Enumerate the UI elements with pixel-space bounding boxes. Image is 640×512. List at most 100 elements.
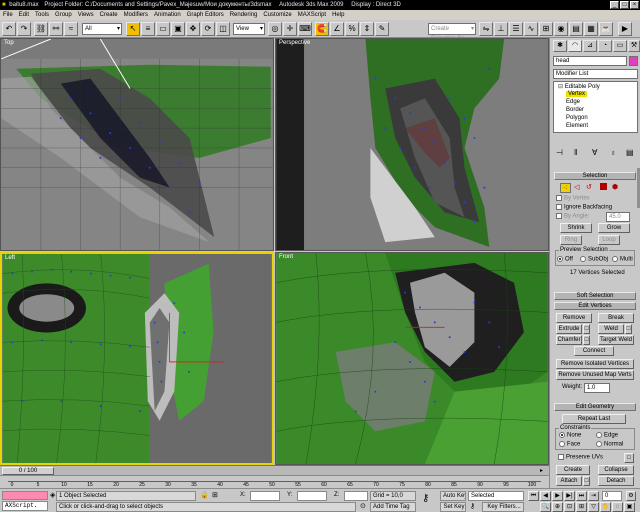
stack-item-vertex[interactable]: Vertex: [566, 91, 588, 97]
pin-stack-icon[interactable]: ⊣: [556, 148, 563, 157]
edit-vertices-rollout-header[interactable]: Edit Vertices: [554, 302, 636, 310]
selection-filter-dropdown[interactable]: All: [82, 23, 122, 35]
stack-item-border[interactable]: Border: [566, 107, 584, 113]
object-color-swatch[interactable]: [629, 56, 638, 66]
show-end-result-icon[interactable]: ‖: [574, 148, 577, 157]
go-to-end-icon[interactable]: ⏭: [576, 491, 587, 501]
previous-frame-icon[interactable]: ◀: [540, 491, 551, 501]
border-mode-icon[interactable]: ↺: [586, 183, 592, 191]
shrink-button[interactable]: Shrink: [560, 223, 592, 233]
constraint-face-radio[interactable]: Face: [559, 441, 580, 448]
viewport-top-label[interactable]: Top: [4, 40, 14, 46]
set-key-icon[interactable]: ⚷: [470, 502, 475, 510]
menu-group[interactable]: Group: [52, 12, 75, 18]
time-slider-thumb[interactable]: 0 / 100: [2, 467, 54, 475]
play-icon[interactable]: ▶: [552, 491, 563, 501]
make-unique-icon[interactable]: ∀: [592, 148, 597, 157]
collapse-button[interactable]: Collapse: [598, 465, 634, 475]
remove-isolated-vertices-button[interactable]: Remove Isolated Vertices: [556, 359, 634, 369]
material-editor-icon[interactable]: ◉: [554, 22, 568, 36]
viewport-left[interactable]: Left: [0, 252, 274, 465]
soft-selection-rollout-header[interactable]: Soft Selection: [554, 292, 636, 300]
set-key-button[interactable]: Set Key: [440, 502, 466, 512]
ignore-backfacing-checkbox[interactable]: Ignore Backfacing: [556, 204, 612, 211]
time-slider[interactable]: 0 / 100 ▸: [0, 465, 549, 475]
attach-settings-button[interactable]: □: [583, 476, 590, 486]
by-angle-checkbox[interactable]: By Angle:: [556, 213, 589, 220]
grow-button[interactable]: Grow: [598, 223, 630, 233]
next-frame-icon[interactable]: ▶|: [564, 491, 575, 501]
menu-animation[interactable]: Animation: [151, 12, 184, 18]
align-icon[interactable]: ⊥: [494, 22, 508, 36]
weight-input[interactable]: 1.0: [584, 383, 610, 393]
viewport-top[interactable]: Top: [0, 38, 274, 251]
time-tag-icon[interactable]: ⊙: [360, 502, 366, 510]
auto-key-button[interactable]: Auto Key: [440, 491, 466, 501]
unlink-icon[interactable]: ⚯: [49, 22, 63, 36]
render-production-icon[interactable]: ☕: [599, 22, 613, 36]
create-button[interactable]: Create: [556, 465, 590, 475]
viewport-left-label[interactable]: Left: [5, 255, 15, 261]
extrude-settings-button[interactable]: □: [583, 324, 590, 334]
snap-toggle-icon[interactable]: 🧲: [315, 22, 329, 36]
menu-file[interactable]: File: [0, 12, 16, 18]
select-manipulate-icon[interactable]: ✛: [283, 22, 297, 36]
polygon-mode-icon[interactable]: [600, 183, 607, 190]
x-coord-input[interactable]: [250, 491, 280, 501]
weld-settings-button[interactable]: □: [625, 324, 632, 334]
connect-button[interactable]: Connect: [574, 346, 614, 356]
rendered-frame-window-icon[interactable]: ▦: [584, 22, 598, 36]
edit-named-selection-icon[interactable]: ✎: [375, 22, 389, 36]
attach-button[interactable]: Attach: [556, 476, 582, 486]
add-time-tag-button[interactable]: Add Time Tag: [370, 502, 416, 512]
menu-create[interactable]: Create: [97, 12, 121, 18]
remove-modifier-icon[interactable]: ♁: [610, 148, 616, 157]
zoom-icon[interactable]: 🔍: [540, 502, 551, 512]
constraint-none-radio[interactable]: None: [559, 432, 581, 439]
arc-rotate-icon[interactable]: ◌: [612, 502, 623, 512]
schematic-view-icon[interactable]: ⊞: [539, 22, 553, 36]
mirror-icon[interactable]: ⇋: [479, 22, 493, 36]
curve-editor-icon[interactable]: ∿: [524, 22, 538, 36]
time-configuration-icon[interactable]: ⚙: [626, 491, 636, 501]
viewport-front[interactable]: Front: [275, 252, 549, 465]
stack-item-element[interactable]: Element: [566, 123, 588, 129]
select-link-icon[interactable]: ⛓: [34, 22, 48, 36]
selection-rollout-header[interactable]: Selection: [554, 172, 636, 180]
key-icon[interactable]: ⚷: [422, 493, 429, 504]
go-to-start-icon[interactable]: ⏮: [528, 491, 539, 501]
percent-snap-icon[interactable]: %: [345, 22, 359, 36]
y-coord-input[interactable]: [297, 491, 327, 501]
maximize-button[interactable]: □: [620, 1, 629, 9]
undo-icon[interactable]: ↶: [2, 22, 16, 36]
chamfer-settings-button[interactable]: □: [583, 335, 590, 345]
field-of-view-icon[interactable]: ▽: [588, 502, 599, 512]
minimize-button[interactable]: _: [610, 1, 619, 9]
select-and-rotate-icon[interactable]: ⟳: [201, 22, 215, 36]
ring-button[interactable]: Ring: [560, 235, 582, 245]
edit-geometry-rollout-header[interactable]: Edit Geometry: [554, 403, 636, 411]
configure-sets-icon[interactable]: ▤: [626, 148, 634, 157]
element-mode-icon[interactable]: ⬢: [612, 183, 618, 191]
key-mode-selected-dropdown[interactable]: Selected: [468, 491, 524, 501]
menu-customize[interactable]: Customize: [260, 12, 294, 18]
maxscript-mini-listener[interactable]: [2, 491, 48, 500]
menu-edit[interactable]: Edit: [16, 12, 32, 18]
remove-button[interactable]: Remove: [556, 313, 592, 323]
menu-maxscript[interactable]: MAXScript: [295, 12, 329, 18]
spinner-snap-icon[interactable]: ⇕: [360, 22, 374, 36]
by-angle-input[interactable]: 45.0: [606, 212, 630, 222]
display-tab-icon[interactable]: ▭: [613, 40, 627, 52]
menu-views[interactable]: Views: [75, 12, 97, 18]
key-mode-toggle-icon[interactable]: ⇥: [588, 491, 599, 501]
lock-selection-icon[interactable]: 🔒: [200, 491, 209, 499]
bind-space-warp-icon[interactable]: ≈: [64, 22, 78, 36]
time-slider-next-icon[interactable]: ▸: [540, 467, 543, 474]
menu-tools[interactable]: Tools: [32, 12, 52, 18]
preserve-uvs-checkbox[interactable]: Preserve UVs: [558, 454, 603, 461]
key-filters-button[interactable]: Key Filters...: [482, 502, 524, 512]
extrude-button[interactable]: Extrude: [556, 324, 582, 334]
current-frame-input[interactable]: 0: [602, 491, 622, 501]
stack-item-editable-poly[interactable]: ⊟ Editable Poly: [558, 83, 600, 90]
zoom-extents-all-icon[interactable]: ⊞: [576, 502, 587, 512]
